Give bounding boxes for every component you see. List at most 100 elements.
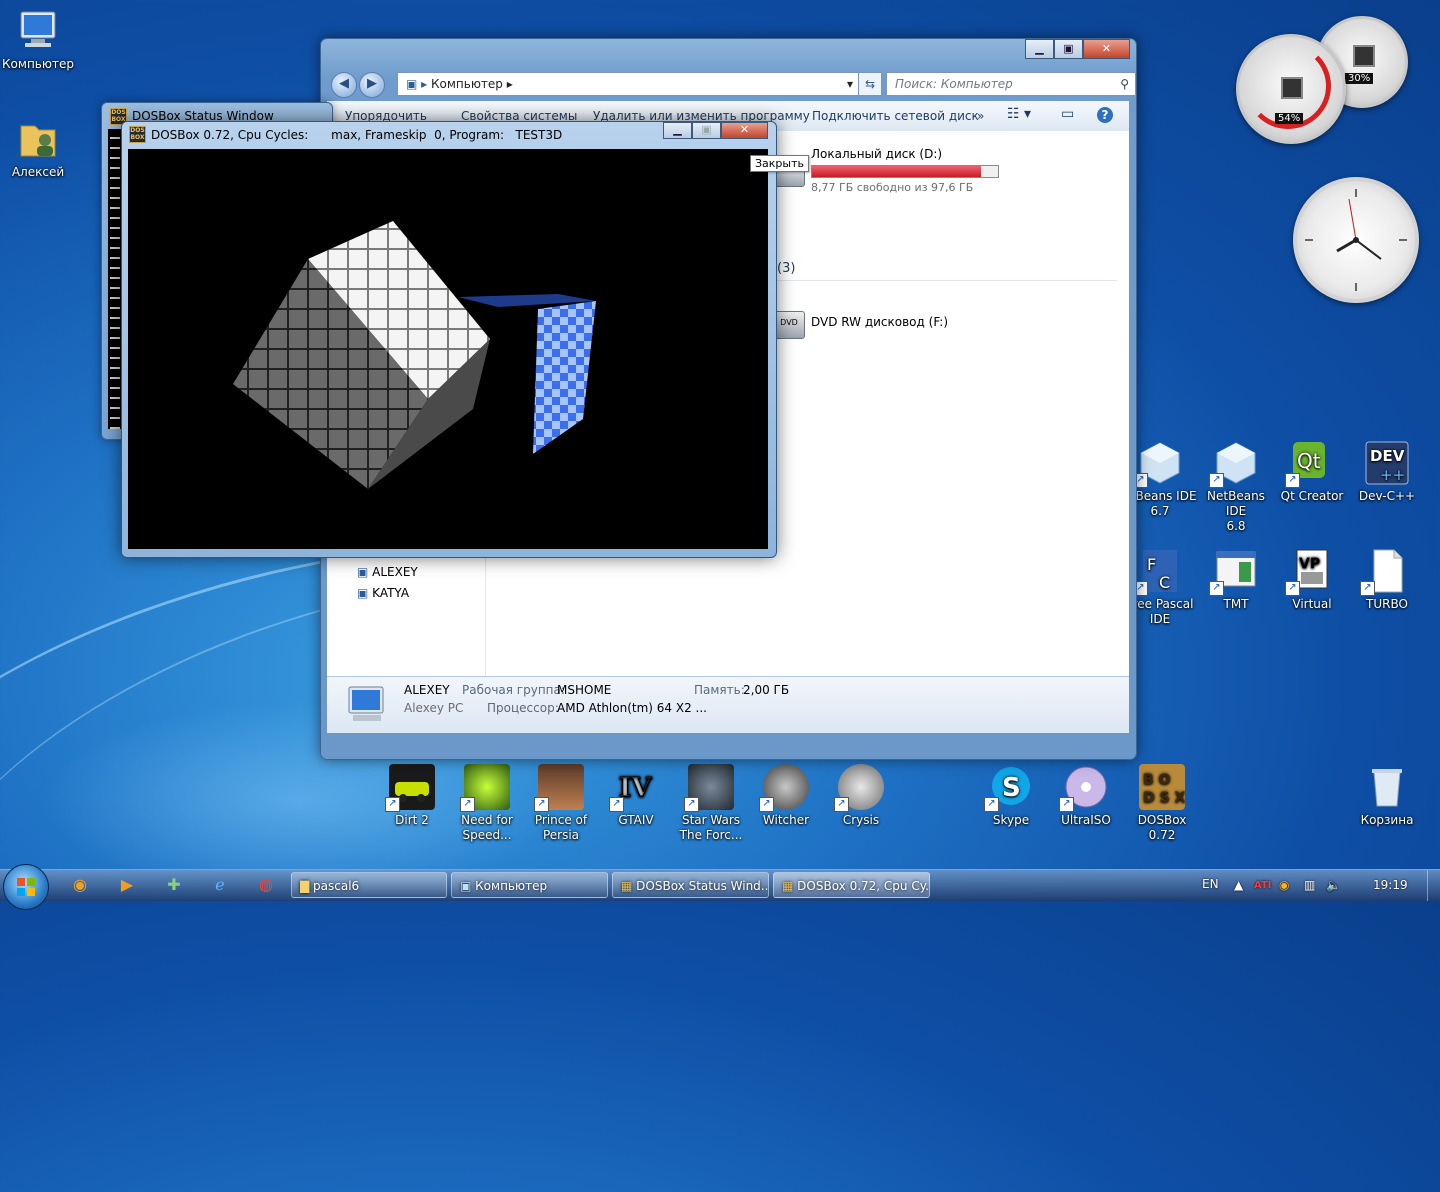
desktop-icon-qt-creator[interactable]: Qt ↗ Qt Creator: [1274, 440, 1350, 504]
desktop-icon-dev-cpp[interactable]: DEV ++ Dev-C++: [1349, 440, 1425, 504]
dirt2-car-icon: ↗: [385, 764, 435, 812]
preview-pane-icon[interactable]: ▭: [1061, 106, 1074, 122]
desktop-icon-label: Star Wars The Forc...: [679, 813, 743, 842]
computer-description: Alexey PC: [404, 701, 464, 715]
desktop-icon-netbeans-68[interactable]: ↗ NetBeans IDE 6.8: [1198, 440, 1274, 534]
workgroup-value: MSHOME: [557, 683, 612, 697]
desktop-icon-label: Witcher: [762, 813, 810, 827]
search-icon: ⚲: [1120, 77, 1129, 91]
network-icon[interactable]: ▥: [1304, 870, 1315, 901]
tools-icon[interactable]: ✚: [162, 873, 186, 897]
chrome-icon[interactable]: ◍: [254, 873, 278, 897]
volume-icon[interactable]: 🔈: [1326, 870, 1341, 901]
desktop-icon-need-for-speed[interactable]: ↗ Need for Speed...: [449, 764, 525, 843]
taskbar-button-dosbox-game[interactable]: ▦ DOSBox 0.72, Cpu Cy...: [773, 872, 930, 898]
shortcut-arrow-icon: ↗: [1209, 473, 1224, 488]
ati-tray-icon[interactable]: ATI: [1254, 870, 1272, 901]
help-icon[interactable]: ?: [1097, 107, 1113, 123]
shortcut-arrow-icon: ↗: [984, 797, 999, 812]
close-button[interactable]: ✕: [721, 122, 768, 139]
desktop-icon-dirt2[interactable]: ↗ Dirt 2: [374, 764, 450, 828]
minimize-button[interactable]: ▁: [1025, 39, 1054, 59]
workgroup-label: Рабочая группа:: [462, 683, 565, 697]
drive-free-space: 8,77 ГБ свободно из 97,6 ГБ: [811, 181, 974, 194]
taskbar-button-dosbox-status[interactable]: ▦ DOSBox Status Wind...: [612, 872, 769, 898]
taskbar-button-label: DOSBox Status Wind...: [636, 879, 769, 893]
desktop-icon-skype[interactable]: S ↗ Skype: [973, 764, 1049, 828]
desktop-icon-dosbox[interactable]: B O D S X DOSBox 0.72: [1124, 764, 1200, 843]
desktop-icon-ultraiso[interactable]: ↗ UltraISO: [1048, 764, 1124, 828]
nav-item-alexey[interactable]: ▣ ALEXEY: [357, 565, 418, 579]
media-player-icon[interactable]: ▶: [115, 873, 139, 897]
desktop-icon-virtual[interactable]: VP ↗ Virtual: [1274, 548, 1350, 612]
console-scrollbar[interactable]: [110, 129, 120, 429]
search-input[interactable]: Поиск: Компьютер ⚲: [886, 72, 1136, 96]
computer-icon: [15, 8, 61, 54]
qt-icon: Qt ↗: [1285, 440, 1335, 488]
shortcut-arrow-icon: ↗: [1360, 581, 1375, 596]
desktop-icon-prince-of-persia[interactable]: ↗ Prince of Persia: [523, 764, 599, 843]
taskbar-button-computer[interactable]: ▣ Компьютер: [451, 872, 608, 898]
disc-icon: ↗: [1059, 764, 1109, 812]
tray-app-icon[interactable]: ◉: [1279, 870, 1289, 901]
maximize-button[interactable]: ▣: [1054, 39, 1083, 59]
maximize-button[interactable]: ▣: [692, 122, 721, 139]
drive-name: Локальный диск (D:): [811, 147, 943, 161]
dosbox-game-window[interactable]: DOS BOX DOSBox 0.72, Cpu Cycles: max, Fra…: [121, 121, 777, 558]
media-center-icon[interactable]: ◉: [68, 873, 92, 897]
shortcut-arrow-icon: ↗: [460, 797, 475, 812]
shortcut-arrow-icon: ↗: [1059, 797, 1074, 812]
address-bar[interactable]: ▣ ▸ Компьютер ▸ ▾: [397, 72, 860, 96]
desktop-icon-star-wars[interactable]: ↗ Star Wars The Forc...: [673, 764, 749, 843]
internet-explorer-icon[interactable]: ℯ: [208, 873, 232, 897]
back-button[interactable]: ◀: [331, 72, 357, 98]
refresh-button[interactable]: ⇆: [858, 72, 882, 96]
svg-text:Qt: Qt: [1297, 449, 1321, 473]
desktop-icon-witcher[interactable]: ↗ Witcher: [748, 764, 824, 828]
recycle-bin-icon: [1364, 764, 1410, 810]
star-wars-icon: ↗: [684, 764, 734, 812]
view-options-icon[interactable]: ☷ ▾: [1007, 106, 1031, 122]
minimize-button[interactable]: ▁: [663, 122, 692, 139]
svg-text:VP: VP: [1299, 556, 1320, 572]
show-desktop-button[interactable]: [1427, 870, 1440, 901]
desktop-icon-label: Crysis: [842, 813, 880, 827]
clock-gadget[interactable]: [1293, 177, 1419, 303]
desktop-icon-user-folder[interactable]: Алексей: [0, 116, 76, 180]
cpu-gauge[interactable]: 54%: [1236, 34, 1346, 144]
dosbox-screen[interactable]: [128, 149, 768, 549]
start-button[interactable]: [3, 864, 49, 910]
netbeans-cube-icon: ↗: [1209, 440, 1259, 488]
map-network-drive-button[interactable]: Подключить сетевой диск: [812, 109, 979, 123]
witcher-icon: ↗: [759, 764, 809, 812]
gtaiv-icon: IV ↗: [609, 764, 659, 812]
desktop-icon-computer[interactable]: Компьютер: [0, 8, 76, 72]
show-hidden-icons-button[interactable]: ▲: [1234, 870, 1243, 901]
language-indicator[interactable]: EN: [1202, 870, 1219, 898]
removable-group-header: (3): [777, 261, 1117, 281]
memory-value: 2,00 ГБ: [743, 683, 790, 697]
nav-item-katya[interactable]: ▣ KATYA: [357, 586, 409, 600]
desktop-icon-tmt[interactable]: ↗ TMT: [1198, 548, 1274, 612]
desktop-icon-label: Компьютер: [2, 57, 74, 71]
drive-usage-fill: [812, 166, 982, 177]
chevron-down-icon[interactable]: ▾: [847, 73, 853, 95]
close-button[interactable]: ✕: [1083, 39, 1130, 59]
desktop-icon-gtaiv[interactable]: IV ↗ GTAIV: [598, 764, 674, 828]
desktop-icon-turbo[interactable]: ↗ TURBO: [1349, 548, 1425, 612]
dvd-drive-item[interactable]: DVD DVD RW дисковод (F:): [773, 303, 1013, 343]
render-3d-scene: [233, 221, 596, 489]
more-commands-button[interactable]: »: [977, 109, 984, 123]
desktop-icon-recycle-bin[interactable]: Корзина: [1349, 764, 1425, 828]
drive-d-item[interactable]: Локальный диск (D:) 8,77 ГБ свободно из …: [773, 147, 1013, 197]
close-tooltip: Закрыть: [750, 155, 809, 172]
crysis-icon: ↗: [834, 764, 884, 812]
desktop-icon-label: Корзина: [1360, 813, 1414, 827]
taskbar-button-pascal6[interactable]: ▇ pascal6: [291, 872, 447, 898]
system-clock[interactable]: 19:19: [1373, 870, 1408, 901]
dosbox-icon: B O D S X: [1139, 764, 1185, 810]
forward-button[interactable]: ▶: [359, 72, 385, 98]
desktop-icon-crysis[interactable]: ↗ Crysis: [823, 764, 899, 828]
dev-cpp-icon: DEV ++: [1364, 440, 1410, 486]
clock-face: [1305, 189, 1407, 291]
